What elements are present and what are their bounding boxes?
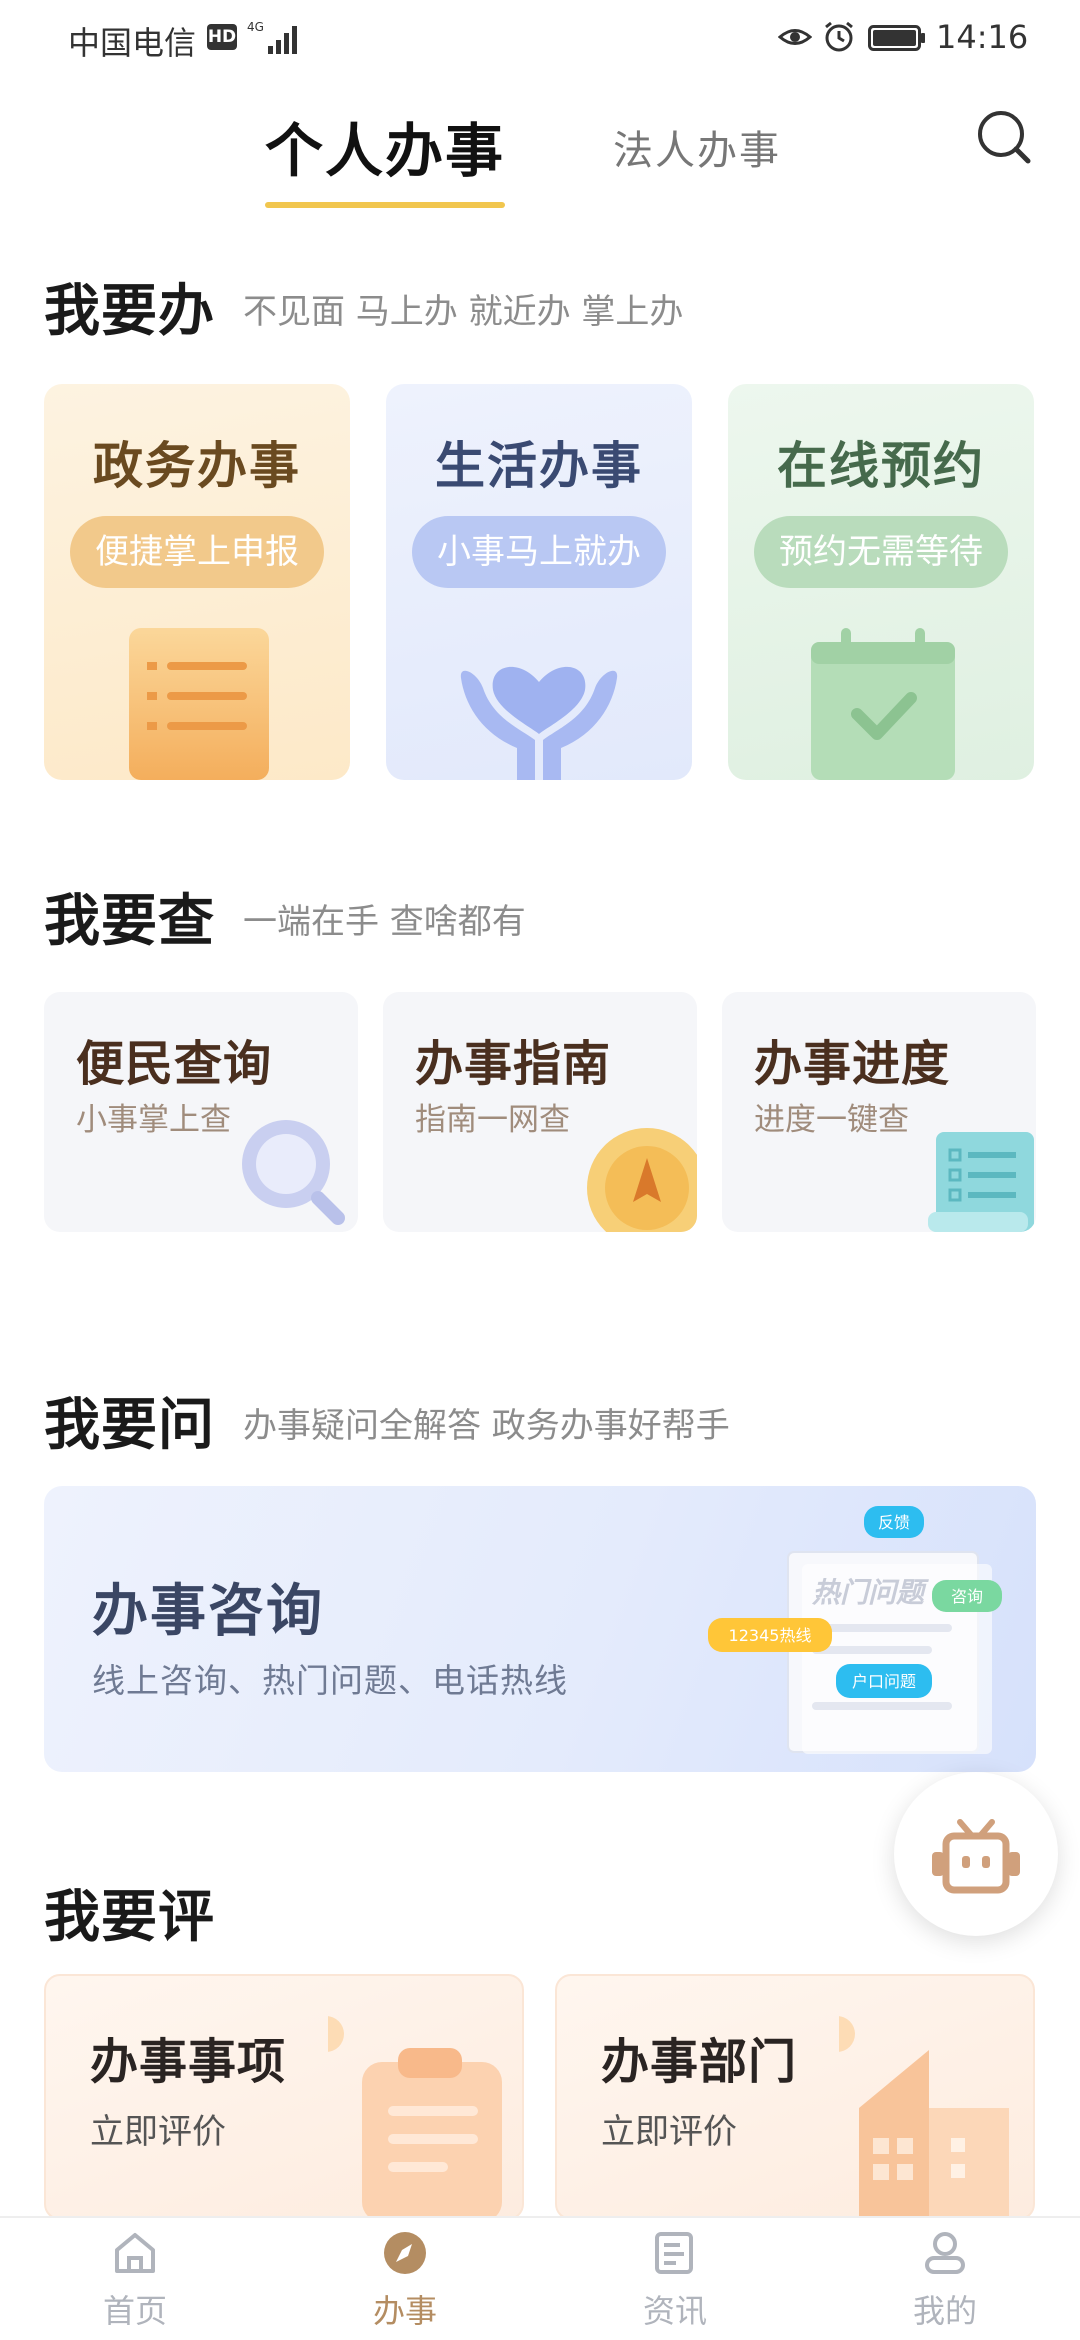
- home-icon: [115, 2233, 155, 2273]
- tab-personal[interactable]: 个人办事: [265, 104, 505, 188]
- robot-icon: [932, 1819, 1020, 1894]
- card-title: 生活办事: [435, 437, 643, 495]
- section-title-evaluate: 我要评: [44, 1884, 215, 1950]
- nav-home[interactable]: 首页: [0, 2218, 270, 2340]
- section-subtitle-ask: 办事疑问全解答 政务办事好帮手: [243, 1406, 730, 1446]
- card-subtitle: 进度一键查: [754, 1102, 909, 1138]
- card-title: 便民查询: [76, 1036, 273, 1092]
- eye-icon: [778, 29, 812, 45]
- heart-hands-icon: [460, 666, 618, 780]
- card-pill: 预约无需等待: [754, 516, 1008, 588]
- card-service-progress[interactable]: 办事进度 进度一键查: [722, 992, 1036, 1232]
- card-title: 办事部门: [601, 2034, 798, 2090]
- nav-news[interactable]: 资讯: [540, 2218, 810, 2340]
- bottom-nav: 首页 办事 资讯 我的: [0, 2216, 1080, 2340]
- tab-active-indicator: [265, 202, 505, 208]
- card-gov-affairs[interactable]: 政务办事 便捷掌上申报: [44, 384, 350, 780]
- nav-label: 我的: [912, 2292, 977, 2330]
- faq-document-illustration: 热门问题 反馈 咨询 12345热线 户口问题: [708, 1506, 1002, 1754]
- status-bar: 中国电信 HD 4G 14:16: [0, 0, 1080, 76]
- bubble-feedback: 反馈: [878, 1513, 910, 1532]
- calendar-check-icon: [811, 628, 955, 780]
- bubble-household: 户口问题: [852, 1672, 916, 1691]
- nav-mine[interactable]: 我的: [810, 2218, 1080, 2340]
- card-pill: 便捷掌上申报: [70, 516, 324, 588]
- search-icon[interactable]: [975, 108, 1033, 166]
- card-life-affairs[interactable]: 生活办事 小事马上就办: [386, 384, 692, 780]
- section-subtitle-query: 一端在手 查啥都有: [243, 902, 526, 942]
- nav-label: 资讯: [642, 2292, 707, 2330]
- card-pill: 小事马上就办: [412, 516, 666, 588]
- card-title: 办事指南: [415, 1036, 612, 1092]
- art-heading: 热门问题: [811, 1576, 929, 1609]
- bubble-consult: 咨询: [951, 1587, 983, 1606]
- card-title: 政务办事: [93, 437, 301, 495]
- consult-subtitle: 线上咨询、热门问题、电话热线: [92, 1661, 568, 1700]
- signal-icon: 4G: [247, 20, 297, 54]
- section-title-handle: 我要办: [44, 278, 215, 344]
- card-title: 办事事项: [90, 2034, 287, 2090]
- card-online-appointment[interactable]: 在线预约 预约无需等待: [728, 384, 1034, 780]
- card-evaluate-departments[interactable]: 办事部门 立即评价: [555, 1974, 1035, 2220]
- card-subtitle: 立即评价: [601, 2112, 737, 2152]
- assistant-robot-button[interactable]: [894, 1772, 1058, 1936]
- hd-badge: HD: [207, 24, 237, 50]
- section-title-ask: 我要问: [44, 1392, 215, 1458]
- section-subtitle-handle: 不见面 马上办 就近办 掌上办: [243, 292, 684, 332]
- document-list-icon: [129, 628, 269, 780]
- news-icon: [655, 2232, 693, 2274]
- section-title-query: 我要查: [44, 888, 215, 954]
- card-evaluate-items[interactable]: 办事事项 立即评价: [44, 1974, 524, 2220]
- battery-icon: [868, 25, 925, 51]
- alarm-icon: [825, 21, 853, 52]
- card-title: 在线预约: [777, 437, 985, 495]
- carrier-label: 中国电信: [68, 24, 197, 62]
- tab-legal-entity[interactable]: 法人办事: [613, 118, 781, 176]
- magnifier-icon: [242, 1120, 345, 1225]
- clipboard-icon: [328, 2016, 502, 2218]
- building-icon: [839, 2016, 1009, 2218]
- clock-time: 14:16: [936, 18, 1029, 56]
- consult-banner[interactable]: 办事咨询 线上咨询、热门问题、电话热线 热门问题 反馈 咨询 12345热线 户…: [44, 1486, 1036, 1772]
- nav-label: 办事: [372, 2292, 437, 2330]
- checklist-scroll-icon: [928, 1132, 1034, 1232]
- bubble-hotline: 12345热线: [729, 1626, 812, 1645]
- compass-icon: [587, 1128, 697, 1232]
- card-service-guide[interactable]: 办事指南 指南一网查: [383, 992, 697, 1232]
- user-icon: [925, 2232, 965, 2274]
- compass-icon: [384, 2232, 426, 2274]
- card-convenience-query[interactable]: 便民查询 小事掌上查: [44, 992, 358, 1232]
- card-subtitle: 小事掌上查: [76, 1102, 231, 1138]
- card-subtitle: 指南一网查: [415, 1102, 570, 1138]
- nav-services[interactable]: 办事: [270, 2218, 540, 2340]
- card-subtitle: 立即评价: [90, 2112, 226, 2152]
- card-title: 办事进度: [754, 1036, 951, 1092]
- nav-label: 首页: [102, 2292, 167, 2330]
- consult-title: 办事咨询: [92, 1579, 324, 1644]
- svg-text:4G: 4G: [247, 20, 264, 34]
